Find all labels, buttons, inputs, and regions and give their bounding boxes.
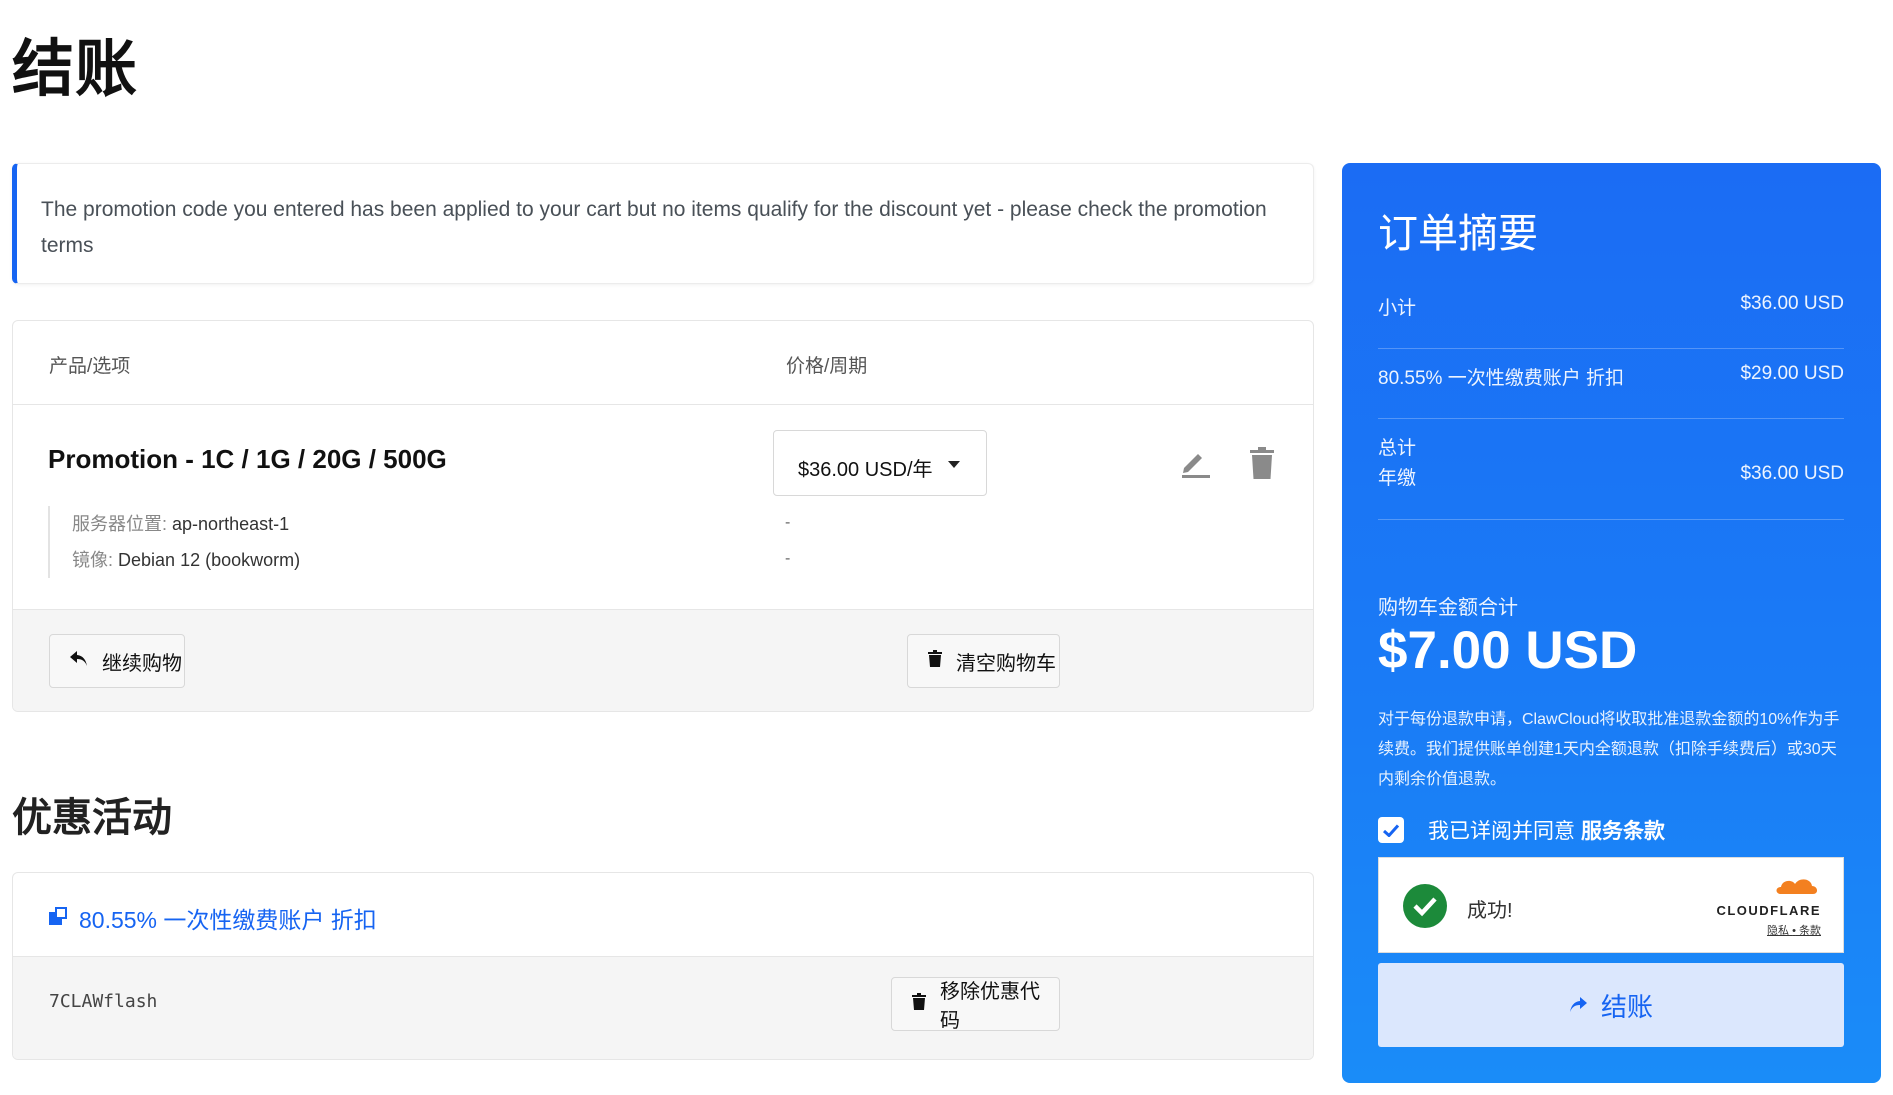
promotions-title: 优惠活动 xyxy=(12,796,172,840)
option-price: - xyxy=(785,550,791,567)
summary-title: 订单摘要 xyxy=(1378,212,1538,256)
order-summary: 订单摘要 小计 $36.00 USD 80.55% 一次性缴费账户 折扣 $29… xyxy=(1342,163,1881,1083)
remove-item-icon[interactable] xyxy=(1249,447,1275,479)
success-check-icon xyxy=(1403,884,1447,928)
empty-cart-label: 清空购物车 xyxy=(956,652,1056,675)
cloudflare-logo: CLOUDFLARE 隐私 • 条款 xyxy=(1716,874,1821,938)
totals-label: 总计 xyxy=(1378,438,1417,459)
cloudflare-captcha: 成功! CLOUDFLARE 隐私 • 条款 xyxy=(1378,857,1844,953)
divider xyxy=(1378,348,1844,349)
discount-label: 80.55% 一次性缴费账户 折扣 xyxy=(1378,368,1624,389)
promotion-label[interactable]: 80.55% 一次性缴费账户 折扣 xyxy=(79,901,377,935)
annual-label: 年缴 xyxy=(1378,468,1417,489)
forward-arrow-icon xyxy=(1569,997,1587,1013)
discount-value: $29.00 USD xyxy=(1740,363,1844,384)
annual-row: 年缴 $36.00 USD xyxy=(1378,463,1844,490)
captcha-status: 成功! xyxy=(1467,900,1513,922)
totals-row: 总计 xyxy=(1378,433,1844,460)
trash-icon xyxy=(928,649,942,673)
option-value: ap-northeast-1 xyxy=(172,514,290,534)
subtotal-row: 小计 $36.00 USD xyxy=(1378,293,1844,320)
continue-shopping-button[interactable]: 继续购物 xyxy=(49,634,185,688)
refund-note: 对于每份退款申请，ClawCloud将收取批准退款金额的10%作为手续费。我们提… xyxy=(1378,711,1840,788)
cart-total-label: 购物车金额合计 xyxy=(1378,597,1518,619)
page-title: 结账 xyxy=(12,35,139,104)
captcha-privacy-link[interactable]: 隐私 xyxy=(1767,925,1789,937)
reply-arrow-icon xyxy=(70,650,88,673)
promotion-header: 80.55% 一次性缴费账户 折扣 xyxy=(13,873,1313,957)
caret-down-icon xyxy=(948,461,960,468)
option-image: 镜像: Debian 12 (bookworm) xyxy=(72,542,300,578)
alert-message: The promotion code you entered has been … xyxy=(41,198,1267,257)
option-label: 服务器位置: xyxy=(72,514,168,534)
checkmark-icon xyxy=(1383,823,1399,837)
subtotal-label: 小计 xyxy=(1378,298,1417,319)
divider xyxy=(1378,418,1844,419)
external-link-icon xyxy=(49,907,67,925)
trash-icon xyxy=(912,992,926,1016)
captcha-terms-link[interactable]: 条款 xyxy=(1799,925,1821,937)
subtotal-value: $36.00 USD xyxy=(1740,293,1844,314)
remove-promo-label: 移除优惠代码 xyxy=(940,981,1040,1032)
terms-link[interactable]: 服务条款 xyxy=(1581,815,1665,845)
captcha-separator: • xyxy=(1792,925,1796,937)
billing-cycle-value: $36.00 USD/年 xyxy=(798,459,933,481)
discount-row: 80.55% 一次性缴费账户 折扣 $29.00 USD xyxy=(1378,363,1844,390)
empty-cart-button[interactable]: 清空购物车 xyxy=(907,634,1060,688)
terms-agreement: 我已详阅并同意 服务条款 xyxy=(1378,815,1665,845)
remove-promo-button[interactable]: 移除优惠代码 xyxy=(891,977,1060,1032)
agree-checkbox[interactable] xyxy=(1378,817,1404,843)
option-price: - xyxy=(785,514,791,531)
continue-shopping-label: 继续购物 xyxy=(102,652,182,675)
price-column-header: 价格/周期 xyxy=(786,356,868,377)
cloudflare-brand: CLOUDFLARE xyxy=(1716,903,1821,918)
cart-total-value: $7.00 USD xyxy=(1378,621,1638,680)
cart-header: 产品/选项 价格/周期 xyxy=(13,321,1313,405)
option-server-location: 服务器位置: ap-northeast-1 xyxy=(72,506,300,542)
checkout-button[interactable]: 结账 xyxy=(1378,963,1844,1047)
promo-code: 7CLAWflash xyxy=(49,991,158,1012)
agree-text: 我已详阅并同意 xyxy=(1428,820,1575,843)
promotion-card: 80.55% 一次性缴费账户 折扣 7CLAWflash 移除优惠代码 xyxy=(12,872,1314,1060)
product-column-header: 产品/选项 xyxy=(49,356,131,377)
option-value: Debian 12 (bookworm) xyxy=(118,550,301,570)
checkout-label: 结账 xyxy=(1600,991,1653,1022)
edit-icon[interactable] xyxy=(1180,448,1210,478)
annual-value: $36.00 USD xyxy=(1740,463,1844,484)
captcha-links: 隐私 • 条款 xyxy=(1716,922,1821,938)
option-label: 镜像: xyxy=(72,550,114,570)
product-name: Promotion - 1C / 1G / 20G / 500G xyxy=(48,444,447,474)
billing-cycle-select[interactable]: $36.00 USD/年 xyxy=(773,430,987,496)
divider xyxy=(1378,519,1844,520)
cart-footer: 继续购物 清空购物车 xyxy=(13,609,1313,711)
cloud-icon xyxy=(1776,879,1818,894)
promo-alert: The promotion code you entered has been … xyxy=(12,163,1314,284)
promotion-footer: 7CLAWflash 移除优惠代码 xyxy=(13,957,1313,1059)
product-options: 服务器位置: ap-northeast-1 镜像: Debian 12 (boo… xyxy=(48,506,300,578)
